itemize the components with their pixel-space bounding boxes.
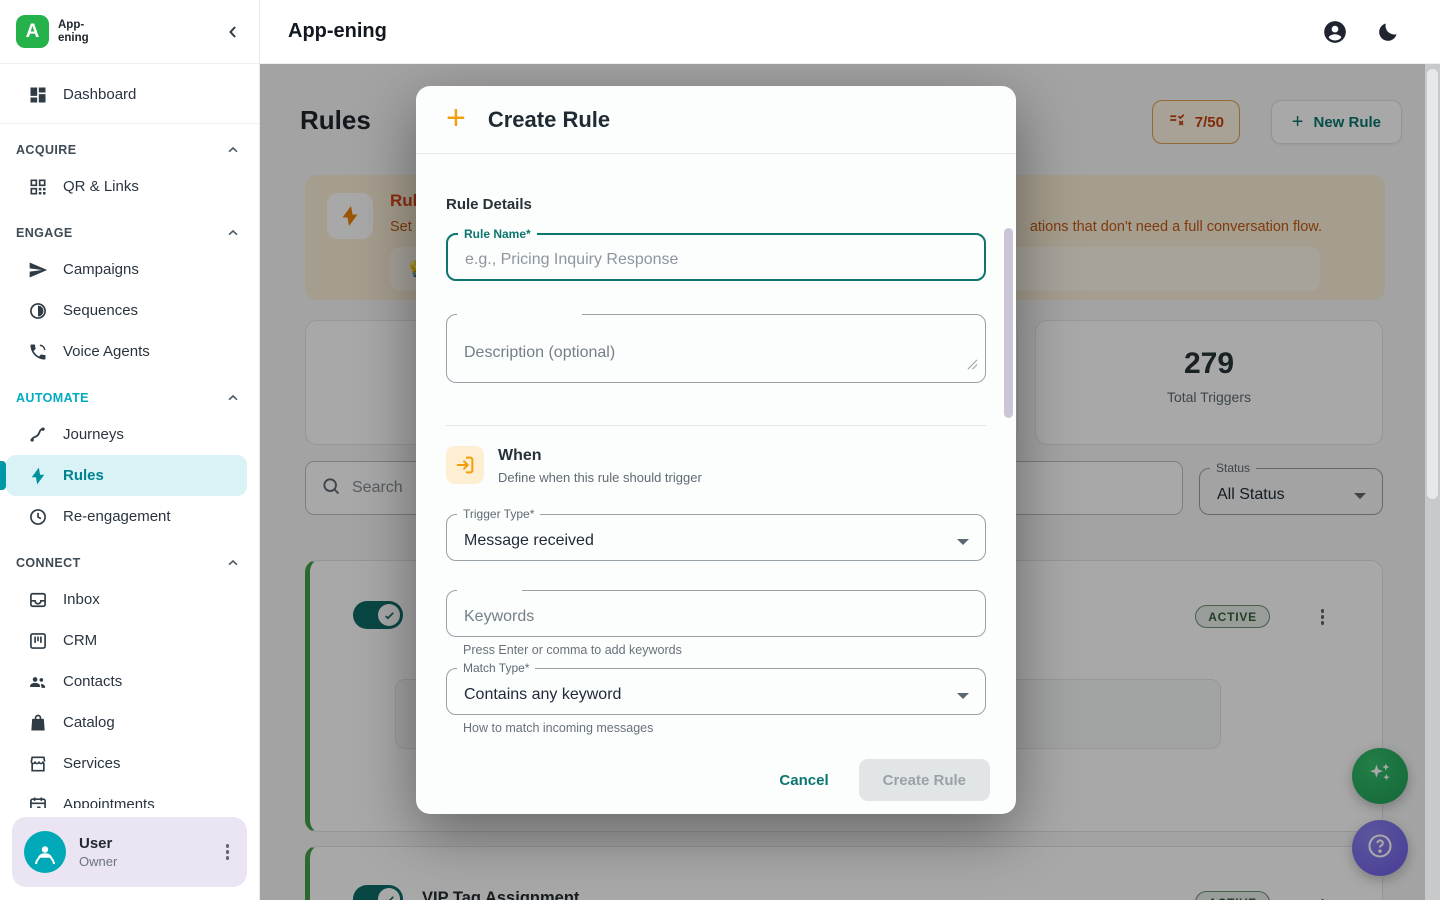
sidebar-item-services[interactable]: Services bbox=[0, 743, 259, 784]
sidebar-item-dashboard[interactable]: Dashboard bbox=[0, 74, 259, 115]
sidebar-section-automate[interactable]: AUTOMATE bbox=[0, 382, 259, 414]
dashboard-icon bbox=[28, 85, 48, 105]
phone-icon bbox=[28, 342, 48, 362]
sidebar-item-voice-agents[interactable]: Voice Agents bbox=[0, 331, 259, 372]
match-type-helper-text: How to match incoming messages bbox=[463, 721, 986, 735]
keywords-field[interactable]: Keywords Keywords bbox=[446, 583, 986, 637]
sidebar-item-inbox[interactable]: Inbox bbox=[0, 579, 259, 620]
sidebar-item-catalog[interactable]: Catalog bbox=[0, 702, 259, 743]
sidebar-item-campaigns[interactable]: Campaigns bbox=[0, 249, 259, 290]
sidebar-collapse-button[interactable] bbox=[223, 22, 243, 42]
keywords-label: Keywords bbox=[464, 608, 534, 626]
sidebar-item-sequences[interactable]: Sequences bbox=[0, 290, 259, 331]
divider bbox=[446, 425, 986, 426]
rule-details-heading: Rule Details bbox=[446, 196, 986, 213]
when-subtitle: Define when this rule should trigger bbox=[498, 470, 702, 485]
chevron-up-icon bbox=[225, 555, 241, 571]
account-button[interactable] bbox=[1322, 19, 1348, 45]
account-circle-icon bbox=[1322, 19, 1348, 45]
clock-icon bbox=[28, 507, 48, 527]
resize-handle[interactable] bbox=[967, 357, 978, 375]
modal-title: Create Rule bbox=[488, 107, 610, 133]
app-logo: A bbox=[16, 15, 49, 48]
sidebar-item-qr-links[interactable]: QR & Links bbox=[0, 166, 259, 207]
description-field[interactable]: Description (optional) Description (opti… bbox=[446, 307, 986, 383]
description-label: Description (optional) bbox=[464, 344, 615, 362]
shopping-bag-icon bbox=[28, 713, 48, 733]
inbox-icon bbox=[28, 590, 48, 610]
sidebar: A App- ening Dashboard ACQUIRE QR & Link… bbox=[0, 0, 260, 900]
modal-footer: Cancel Create Rule bbox=[416, 746, 1016, 814]
sidebar-item-rules[interactable]: Rules bbox=[6, 455, 247, 496]
brand-name: App- ening bbox=[58, 19, 223, 44]
sidebar-header: A App- ening bbox=[0, 0, 259, 64]
topbar: App-ening bbox=[260, 0, 1440, 64]
sidebar-item-journeys[interactable]: Journeys bbox=[0, 414, 259, 455]
divider bbox=[0, 123, 259, 124]
sidebar-item-crm[interactable]: CRM bbox=[0, 620, 259, 661]
kanban-icon bbox=[28, 631, 48, 651]
cancel-button[interactable]: Cancel bbox=[763, 762, 844, 799]
modal-scrollbar-thumb[interactable] bbox=[1004, 228, 1013, 418]
moon-icon bbox=[1376, 20, 1400, 44]
rule-name-input[interactable] bbox=[448, 241, 984, 279]
trigger-type-label: Trigger Type* bbox=[463, 507, 534, 521]
user-card[interactable]: User Owner bbox=[12, 817, 247, 887]
match-type-select[interactable]: Match Type* Contains any keyword bbox=[446, 661, 986, 715]
modal-body: Rule Details Rule Name* Description (opt… bbox=[416, 154, 1016, 746]
chevron-up-icon bbox=[225, 390, 241, 406]
trigger-type-select[interactable]: Trigger Type* Message received bbox=[446, 507, 986, 561]
sidebar-item-contacts[interactable]: Contacts bbox=[0, 661, 259, 702]
sidebar-section-engage[interactable]: ENGAGE bbox=[0, 217, 259, 249]
chevron-down-icon bbox=[957, 539, 969, 545]
modal-header: + Create Rule bbox=[416, 86, 1016, 154]
send-icon bbox=[28, 260, 48, 280]
when-section: When Define when this rule should trigge… bbox=[446, 446, 986, 485]
when-title: When bbox=[498, 447, 702, 465]
route-icon bbox=[28, 425, 48, 445]
create-rule-button[interactable]: Create Rule bbox=[859, 759, 990, 801]
user-meta: User Owner bbox=[79, 835, 207, 869]
storefront-icon bbox=[28, 754, 48, 774]
sequence-icon bbox=[28, 301, 48, 321]
rule-name-field[interactable]: Rule Name* bbox=[446, 227, 986, 281]
user-avatar bbox=[24, 831, 66, 873]
chevron-down-icon bbox=[957, 693, 969, 699]
sidebar-item-re-engagement[interactable]: Re-engagement bbox=[0, 496, 259, 537]
page-scrollbar[interactable] bbox=[1425, 64, 1440, 900]
user-role: Owner bbox=[79, 854, 207, 869]
trigger-type-value: Message received bbox=[464, 532, 594, 550]
user-name: User bbox=[79, 835, 207, 852]
active-indicator bbox=[0, 461, 6, 490]
chevron-up-icon bbox=[225, 225, 241, 241]
page-scrollbar-thumb[interactable] bbox=[1427, 69, 1438, 499]
qr-code-icon bbox=[28, 177, 48, 197]
chevron-up-icon bbox=[225, 142, 241, 158]
keywords-helper-text: Press Enter or comma to add keywords bbox=[463, 643, 986, 657]
trigger-icon bbox=[446, 446, 484, 484]
plus-icon: + bbox=[446, 101, 466, 135]
lightning-bolt-icon bbox=[28, 466, 48, 486]
sidebar-section-connect[interactable]: CONNECT bbox=[0, 547, 259, 579]
people-icon bbox=[28, 672, 48, 692]
rule-name-label: Rule Name* bbox=[464, 227, 531, 241]
match-type-value: Contains any keyword bbox=[464, 686, 621, 704]
create-rule-modal: + Create Rule Rule Details Rule Name* De… bbox=[416, 86, 1016, 814]
sidebar-section-acquire[interactable]: ACQUIRE bbox=[0, 134, 259, 166]
app-root: Rules 7/50 + New Rule Rules Set u ations… bbox=[0, 0, 1440, 900]
dark-mode-toggle[interactable] bbox=[1376, 20, 1400, 44]
match-type-label: Match Type* bbox=[463, 661, 529, 675]
user-menu-button[interactable] bbox=[220, 838, 236, 866]
topbar-title: App-ening bbox=[288, 20, 1322, 43]
